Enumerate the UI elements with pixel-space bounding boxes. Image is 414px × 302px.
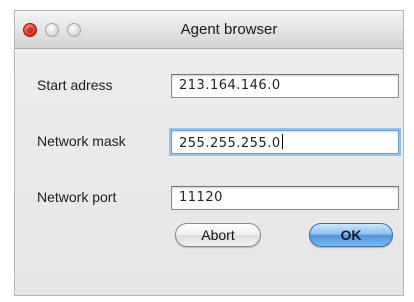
window-title: Agent browser	[180, 21, 278, 38]
network-port-value: 11120	[179, 190, 223, 205]
ok-button[interactable]: OK	[309, 223, 393, 247]
network-port-label: Network port	[37, 189, 117, 205]
text-caret	[281, 134, 283, 149]
start-address-field[interactable]: 213.164.146.0	[171, 74, 399, 98]
start-address-label: Start adress	[37, 77, 113, 93]
network-port-field[interactable]: 11120	[171, 186, 399, 210]
agent-browser-dialog: Agent browser Start adress 213.164.146.0…	[14, 10, 404, 296]
title-bar[interactable]: Agent browser	[15, 11, 403, 49]
network-mask-field[interactable]: 255.255.255.0	[171, 130, 399, 154]
network-mask-value: 255.255.255.0	[179, 136, 281, 151]
dialog-content: Start adress 213.164.146.0 Network mask …	[15, 49, 403, 295]
abort-button[interactable]: Abort	[175, 223, 261, 247]
start-address-value: 213.164.146.0	[179, 78, 281, 93]
network-mask-label: Network mask	[37, 133, 126, 149]
